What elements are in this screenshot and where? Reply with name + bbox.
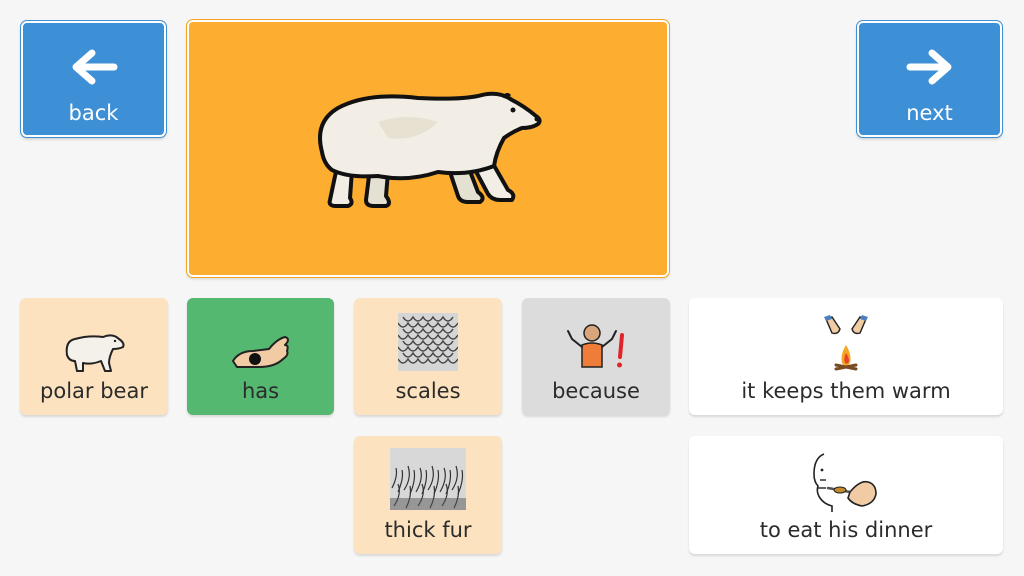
hero-image-panel	[187, 20, 669, 277]
it-keeps-them-warm-label: it keeps them warm	[741, 379, 951, 403]
arrow-left-icon	[68, 47, 120, 87]
polar-bear-icon	[61, 331, 127, 373]
back-button[interactable]: back	[21, 21, 166, 137]
scales-label: scales	[395, 379, 461, 403]
scales-tile[interactable]: scales	[354, 298, 502, 415]
to-eat-his-dinner-label: to eat his dinner	[759, 518, 933, 542]
next-label: next	[906, 101, 953, 125]
eating-with-spoon-icon	[810, 452, 882, 512]
because-tile[interactable]: because	[522, 298, 670, 415]
hand-holding-icon	[229, 333, 293, 373]
it-keeps-them-warm-tile[interactable]: it keeps them warm	[689, 298, 1003, 415]
polar-bear-label: polar bear	[40, 379, 148, 403]
polar-bear-icon	[308, 82, 548, 216]
thick-fur-label: thick fur	[384, 518, 472, 542]
arrow-right-icon	[904, 47, 956, 87]
has-tile[interactable]: has	[187, 298, 334, 415]
fur-texture-icon	[390, 448, 466, 510]
scales-pattern-icon	[398, 313, 458, 371]
hands-warming-fire-icon	[822, 315, 870, 373]
shrug-person-icon	[564, 321, 628, 373]
polar-bear-tile[interactable]: polar bear	[20, 298, 168, 415]
because-label: because	[552, 379, 640, 403]
to-eat-his-dinner-tile[interactable]: to eat his dinner	[689, 436, 1003, 554]
has-label: has	[241, 379, 280, 403]
thick-fur-tile[interactable]: thick fur	[354, 436, 502, 554]
next-button[interactable]: next	[857, 21, 1002, 137]
back-label: back	[68, 101, 119, 125]
